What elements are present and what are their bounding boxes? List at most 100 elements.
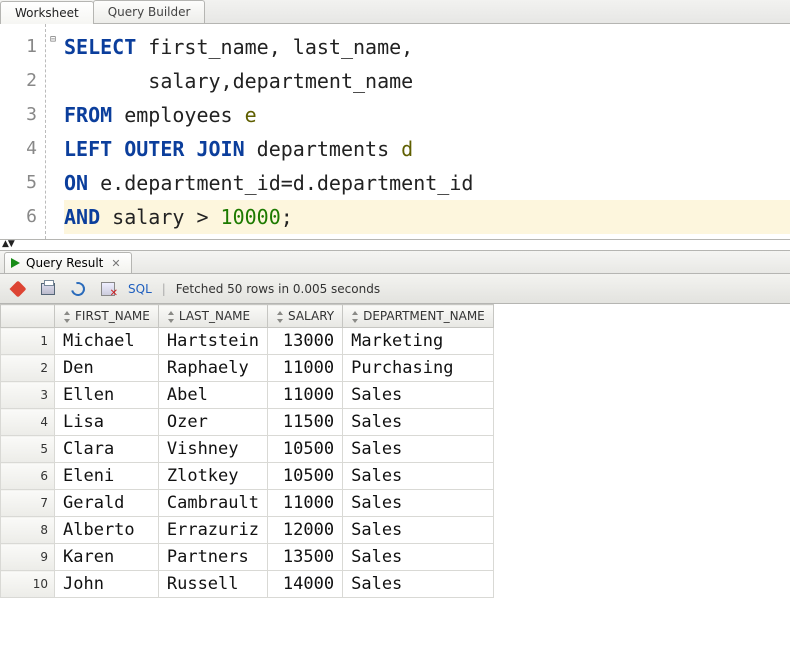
cell[interactable]: 13500 (267, 544, 342, 571)
cell[interactable]: Michael (55, 328, 159, 355)
clear-button[interactable] (98, 279, 118, 299)
cell[interactable]: Cambrault (158, 490, 267, 517)
cell[interactable]: Ellen (55, 382, 159, 409)
row-number-cell[interactable]: 6 (1, 463, 55, 490)
rownum-header[interactable] (1, 305, 55, 328)
sort-icon[interactable] (274, 311, 284, 323)
row-number-cell[interactable]: 9 (1, 544, 55, 571)
cell[interactable]: Alberto (55, 517, 159, 544)
cell[interactable]: Vishney (158, 436, 267, 463)
table-row[interactable]: 3EllenAbel11000Sales (1, 382, 494, 409)
cell[interactable]: Russell (158, 571, 267, 598)
table-row[interactable]: 6EleniZlotkey10500Sales (1, 463, 494, 490)
line-number: 2 (0, 64, 37, 98)
cell[interactable]: Sales (343, 517, 494, 544)
cell[interactable]: John (55, 571, 159, 598)
cell[interactable]: Sales (343, 409, 494, 436)
cell[interactable]: Sales (343, 490, 494, 517)
code-token: 10000 (221, 205, 281, 229)
table-row[interactable]: 10JohnRussell14000Sales (1, 571, 494, 598)
cell[interactable]: 11000 (267, 355, 342, 382)
column-header[interactable]: DEPARTMENT_NAME (343, 305, 494, 328)
row-number-cell[interactable]: 2 (1, 355, 55, 382)
cell[interactable]: Partners (158, 544, 267, 571)
row-number-cell[interactable]: 4 (1, 409, 55, 436)
cell[interactable]: Raphaely (158, 355, 267, 382)
row-number-cell[interactable]: 3 (1, 382, 55, 409)
cell[interactable]: Sales (343, 382, 494, 409)
cell[interactable]: Ozer (158, 409, 267, 436)
clear-icon (101, 282, 115, 296)
sql-code-area[interactable]: SELECT first_name, last_name, salary,dep… (60, 24, 790, 239)
cell[interactable]: Zlotkey (158, 463, 267, 490)
row-number-cell[interactable]: 5 (1, 436, 55, 463)
cell[interactable]: Clara (55, 436, 159, 463)
code-line[interactable]: FROM employees e (64, 98, 790, 132)
cell[interactable]: Errazuriz (158, 517, 267, 544)
tab-query-result[interactable]: Query Result ✕ (4, 252, 132, 273)
code-token: SELECT (64, 35, 136, 59)
row-number-cell[interactable]: 8 (1, 517, 55, 544)
sort-icon[interactable] (165, 311, 175, 323)
cell[interactable]: 12000 (267, 517, 342, 544)
tab-query-builder[interactable]: Query Builder (93, 0, 206, 23)
column-header[interactable]: FIRST_NAME (55, 305, 159, 328)
code-line[interactable]: LEFT OUTER JOIN departments d (64, 132, 790, 166)
code-line[interactable]: salary,department_name (64, 64, 790, 98)
sql-link[interactable]: SQL (128, 282, 152, 296)
sort-icon[interactable] (61, 311, 71, 323)
cell[interactable]: Purchasing (343, 355, 494, 382)
table-row[interactable]: 9KarenPartners13500Sales (1, 544, 494, 571)
cell[interactable]: Eleni (55, 463, 159, 490)
cell[interactable]: 10500 (267, 463, 342, 490)
refresh-button[interactable] (68, 279, 88, 299)
code-line[interactable]: ON e.department_id=d.department_id (64, 166, 790, 200)
pin-button[interactable] (8, 279, 28, 299)
cell[interactable]: 13000 (267, 328, 342, 355)
cell[interactable]: 14000 (267, 571, 342, 598)
sort-icon[interactable] (349, 311, 359, 323)
fold-toggle-icon[interactable]: ⊟ (50, 34, 56, 45)
sql-editor[interactable]: 123456 ⊟ SELECT first_name, last_name, s… (0, 24, 790, 240)
cell[interactable]: Karen (55, 544, 159, 571)
code-token: LEFT OUTER JOIN (64, 137, 245, 161)
cell[interactable]: Sales (343, 544, 494, 571)
tab-query-result-label: Query Result (26, 256, 103, 270)
cell[interactable]: 11000 (267, 382, 342, 409)
cell[interactable]: 11500 (267, 409, 342, 436)
result-toolbar: SQL | Fetched 50 rows in 0.005 seconds (0, 274, 790, 304)
code-line[interactable]: SELECT first_name, last_name, (64, 30, 790, 64)
toolbar-separator: | (162, 282, 166, 296)
cell[interactable]: Marketing (343, 328, 494, 355)
print-button[interactable] (38, 279, 58, 299)
fetch-status-text: Fetched 50 rows in 0.005 seconds (176, 282, 380, 296)
cell[interactable]: 11000 (267, 490, 342, 517)
cell[interactable]: Gerald (55, 490, 159, 517)
splitter-handle[interactable]: ▲▼ (0, 240, 790, 250)
cell[interactable]: 10500 (267, 436, 342, 463)
table-row[interactable]: 7GeraldCambrault11000Sales (1, 490, 494, 517)
table-row[interactable]: 2DenRaphaely11000Purchasing (1, 355, 494, 382)
table-row[interactable]: 1MichaelHartstein13000Marketing (1, 328, 494, 355)
cell[interactable]: Sales (343, 571, 494, 598)
table-row[interactable]: 5ClaraVishney10500Sales (1, 436, 494, 463)
result-grid[interactable]: FIRST_NAMELAST_NAMESALARYDEPARTMENT_NAME… (0, 304, 790, 598)
table-row[interactable]: 4LisaOzer11500Sales (1, 409, 494, 436)
column-header[interactable]: LAST_NAME (158, 305, 267, 328)
cell[interactable]: Abel (158, 382, 267, 409)
fold-column[interactable]: ⊟ (46, 24, 60, 239)
row-number-cell[interactable]: 7 (1, 490, 55, 517)
cell[interactable]: Den (55, 355, 159, 382)
cell[interactable]: Sales (343, 463, 494, 490)
code-line[interactable]: AND salary > 10000; (64, 200, 790, 234)
cell[interactable]: Lisa (55, 409, 159, 436)
cell[interactable]: Sales (343, 436, 494, 463)
tab-worksheet[interactable]: Worksheet (0, 1, 94, 24)
row-number-cell[interactable]: 1 (1, 328, 55, 355)
row-number-cell[interactable]: 10 (1, 571, 55, 598)
line-number: 3 (0, 98, 37, 132)
cell[interactable]: Hartstein (158, 328, 267, 355)
column-header[interactable]: SALARY (267, 305, 342, 328)
table-row[interactable]: 8AlbertoErrazuriz12000Sales (1, 517, 494, 544)
close-icon[interactable]: ✕ (109, 257, 122, 270)
